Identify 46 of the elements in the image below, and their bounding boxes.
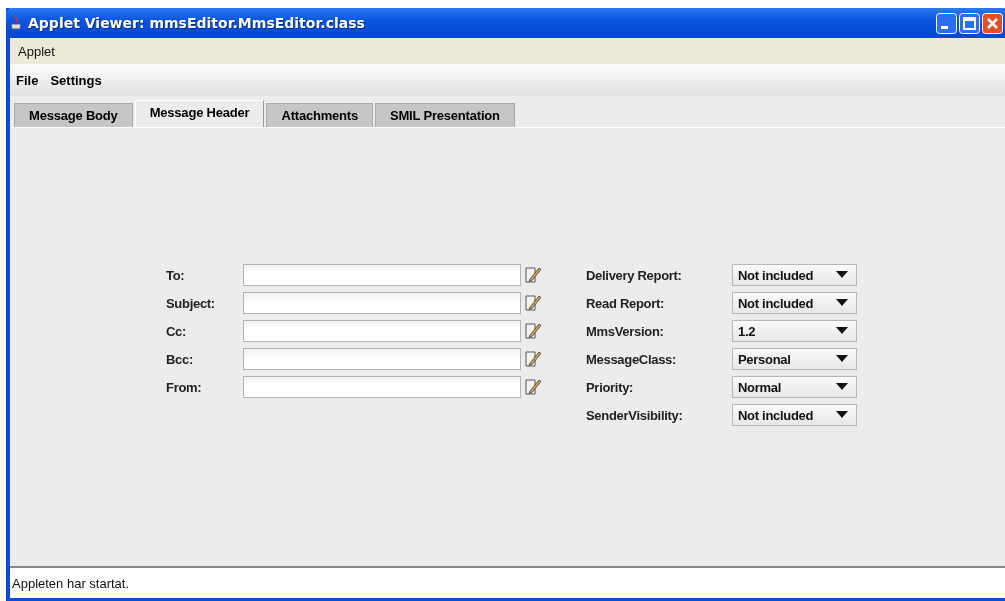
dropdown-arrow-icon xyxy=(836,383,848,391)
option-label: MessageClass: xyxy=(586,351,678,367)
dropdown[interactable]: Not included xyxy=(732,404,857,426)
edit-icon[interactable] xyxy=(525,378,541,396)
status-text: Appleten har startat. xyxy=(12,575,130,591)
dropdown-arrow-icon xyxy=(836,411,848,419)
field-label: Bcc: xyxy=(166,351,194,367)
menu-item[interactable]: Applet xyxy=(18,43,55,59)
edit-icon[interactable] xyxy=(525,294,541,312)
java-cup-icon xyxy=(10,15,22,31)
input-field[interactable] xyxy=(243,264,521,286)
input-field[interactable] xyxy=(243,292,521,314)
dropdown-arrow-icon xyxy=(836,355,848,363)
option-label: MmsVersion: xyxy=(586,323,665,339)
tab[interactable]: Message Header xyxy=(134,100,265,127)
edit-icon[interactable] xyxy=(525,322,541,340)
minimize-icon[interactable] xyxy=(936,12,957,34)
dropdown-arrow-icon xyxy=(836,299,848,307)
option-label: Read Report: xyxy=(586,295,666,311)
field-label: Subject: xyxy=(166,295,216,311)
dropdown[interactable]: 1.2 xyxy=(732,320,857,342)
option-label: SenderVisibility: xyxy=(586,407,684,423)
dropdown[interactable]: Personal xyxy=(732,348,857,370)
dropdown[interactable]: Not included xyxy=(732,264,857,286)
tab[interactable]: SMIL Presentation xyxy=(375,103,515,127)
dropdown-arrow-icon xyxy=(836,327,848,335)
edit-icon[interactable] xyxy=(525,266,541,284)
input-field[interactable] xyxy=(243,376,521,398)
tab[interactable]: Message Body xyxy=(14,103,133,127)
field-label: To: xyxy=(166,267,186,283)
close-icon[interactable] xyxy=(982,12,1003,34)
input-field[interactable] xyxy=(243,348,521,370)
menu-item[interactable]: File xyxy=(16,72,39,88)
option-label: Delivery Report: xyxy=(586,267,683,283)
dropdown[interactable]: Normal xyxy=(732,376,857,398)
window-title: Applet Viewer: mmsEditor.MmsEditor.class xyxy=(28,15,365,31)
field-label: From: xyxy=(166,379,203,395)
edit-icon[interactable] xyxy=(525,350,541,368)
input-field[interactable] xyxy=(243,320,521,342)
field-label: Cc: xyxy=(166,323,188,339)
maximize-icon[interactable] xyxy=(959,12,980,34)
tab[interactable]: Attachments xyxy=(266,103,373,127)
menu-item[interactable]: Settings xyxy=(50,72,102,88)
dropdown-arrow-icon xyxy=(836,271,848,279)
option-label: Priority: xyxy=(586,379,635,395)
dropdown[interactable]: Not included xyxy=(732,292,857,314)
